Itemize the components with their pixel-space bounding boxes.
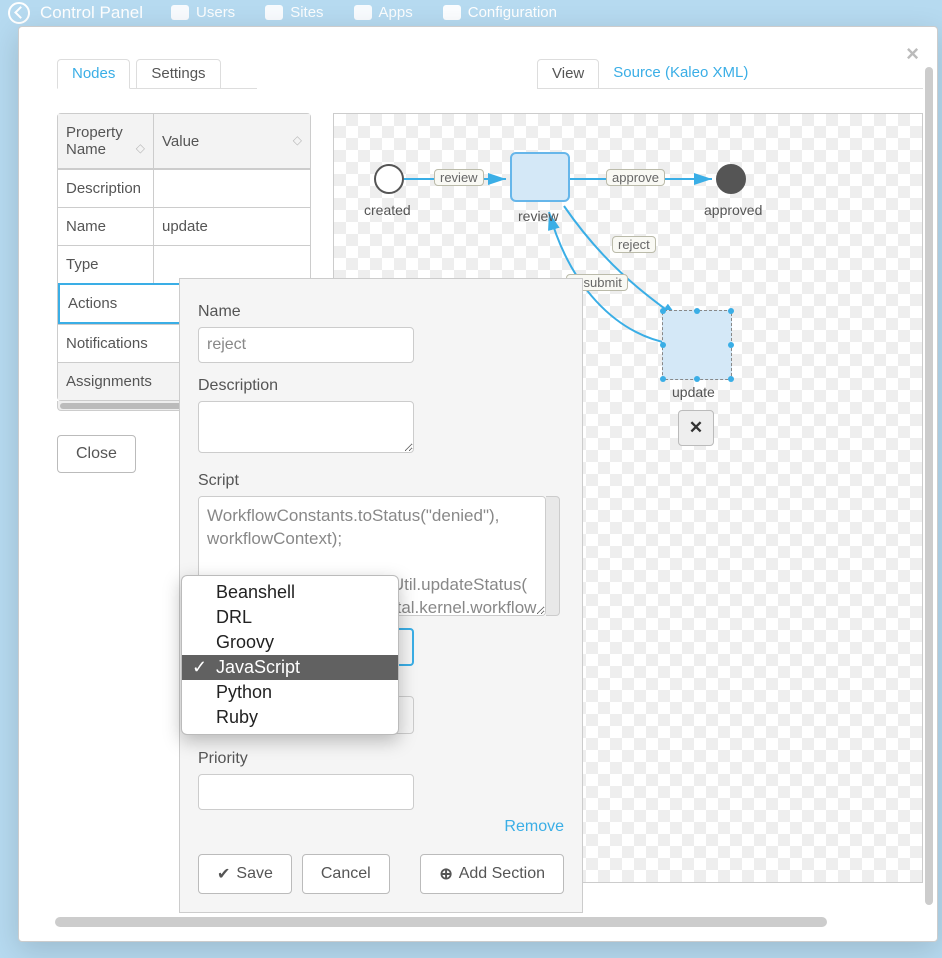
edge-approve[interactable]: approve [606,169,665,186]
description-input[interactable] [198,401,414,453]
delete-node-button[interactable]: ✕ [678,410,714,446]
apps-icon [354,5,372,20]
edge-reject[interactable]: reject [612,236,656,253]
tab-settings[interactable]: Settings [136,59,220,89]
right-tabs: View Source (Kaleo XML) [537,59,923,89]
label-approved: approved [704,202,762,218]
opt-beanshell[interactable]: Beanshell [182,580,398,605]
check-icon: ✔ [217,864,230,884]
priority-input[interactable] [198,774,414,810]
modal: × Nodes Settings View Source (Kaleo XML)… [18,26,938,942]
opt-python[interactable]: Python [182,680,398,705]
prop-row-description: Description [58,169,310,207]
remove-link[interactable]: Remove [198,818,564,836]
script-language-dropdown: Beanshell DRL Groovy JavaScript Python R… [181,575,399,735]
modal-vscroll[interactable] [925,67,933,905]
left-tabs: Nodes Settings [57,59,257,89]
save-button[interactable]: ✔Save [198,854,292,894]
sort-icon: ◇ [293,133,302,147]
back-icon[interactable] [8,2,30,24]
sites-icon [265,5,283,20]
name-input[interactable] [198,327,414,363]
label-description: Description [198,377,564,395]
nav-users[interactable]: Users [171,4,235,21]
node-update[interactable] [662,310,732,380]
tab-view[interactable]: View [537,59,599,89]
opt-groovy[interactable]: Groovy [182,630,398,655]
col-value[interactable]: Value◇ [154,114,310,169]
node-review[interactable] [510,152,570,202]
cancel-button[interactable]: Cancel [302,854,390,894]
topbar: Control Panel Users Sites Apps Configura… [0,0,942,25]
script-scrollbar[interactable] [546,496,560,616]
label-priority: Priority [198,750,564,768]
add-section-button[interactable]: ⊕Add Section [420,854,564,894]
node-created[interactable] [374,164,404,194]
node-approved[interactable] [716,164,746,194]
nav-sites[interactable]: Sites [265,4,323,21]
col-property-name[interactable]: Property Name◇ [58,114,154,169]
label-review: review [518,208,558,224]
sort-icon: ◇ [136,141,145,155]
modal-hscroll[interactable] [55,917,827,927]
label-created: created [364,202,411,218]
tab-nodes[interactable]: Nodes [57,59,130,89]
users-icon [171,5,189,20]
nav-apps[interactable]: Apps [354,4,413,21]
opt-drl[interactable]: DRL [182,605,398,630]
label-update: update [672,384,715,400]
close-button[interactable]: Close [57,435,136,473]
label-name: Name [198,303,564,321]
opt-ruby[interactable]: Ruby [182,705,398,730]
brand: Control Panel [40,3,143,23]
edge-review[interactable]: review [434,169,484,186]
opt-javascript[interactable]: JavaScript [182,655,398,680]
nav-configuration[interactable]: Configuration [443,4,557,21]
label-script: Script [198,472,564,490]
prop-row-name: Nameupdate [58,207,310,245]
plus-icon: ⊕ [439,864,452,884]
gear-icon [443,5,461,20]
tab-source[interactable]: Source (Kaleo XML) [599,59,762,89]
